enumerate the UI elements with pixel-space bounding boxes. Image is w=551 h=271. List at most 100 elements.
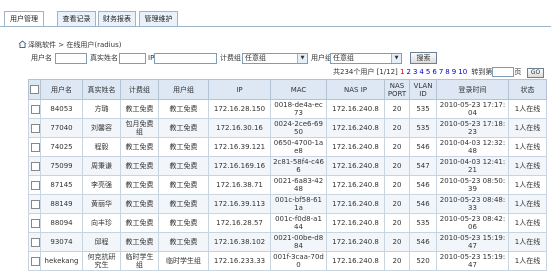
tab-maintenance[interactable]: 管理维护 [139, 11, 178, 26]
column-header: 登录时间 [436, 79, 509, 100]
ip-cell: 172.16.233.33 [208, 251, 271, 271]
row-select-cell[interactable] [28, 251, 41, 271]
ip-cell: 172.16.28.57 [208, 213, 271, 233]
row-checkbox[interactable] [31, 256, 40, 266]
row-checkbox[interactable] [31, 237, 40, 247]
row-select-cell[interactable] [28, 118, 41, 138]
username-input[interactable] [55, 53, 87, 64]
vlan-id-cell: 535 [409, 213, 437, 233]
row-checkbox[interactable] [31, 180, 40, 190]
row-checkbox[interactable] [31, 218, 40, 228]
page-link[interactable]: 6 [432, 68, 436, 76]
nas-port-cell: 20 [384, 232, 410, 252]
breadcrumb-root[interactable]: 泽眺软件 [28, 41, 56, 49]
go-button[interactable]: GO [527, 68, 544, 78]
mac-cell: 0024-2ce6-6950 [270, 118, 327, 138]
tab-user-management[interactable]: 用户管理 [4, 11, 44, 26]
column-header: 用户组 [158, 79, 209, 100]
ip-cell: 172.16.38.102 [208, 232, 271, 252]
user-group-select[interactable]: 任意组 ▼ [330, 53, 402, 64]
billing-group-cell: 教工免费 [120, 175, 159, 195]
row-select-cell[interactable] [28, 156, 41, 176]
nas-ip-cell: 172.16.240.8 [326, 99, 385, 119]
row-select-cell[interactable] [28, 213, 41, 233]
ip-cell: 172.16.38.71 [208, 175, 271, 195]
mac-cell: 001c-f0d8-a144 [270, 213, 327, 233]
billing-group-label: 计费组 [220, 54, 241, 62]
table-row[interactable]: 75099 周秉谦 教工免费 教工免费 172.16.169.16 2c81-58f4-c… [28, 156, 547, 176]
billing-group-cell: 教工免费 [120, 156, 159, 176]
user-group-cell: 教工免费 [158, 175, 209, 195]
status-cell: 1人在线 [508, 137, 547, 157]
table-body: 84053 方璐 教工免费 教工免费 172.16.28.150 0018-de4a-ec… [28, 99, 547, 271]
pagination-summary: 共234个用户 [1/12] [333, 68, 398, 76]
login-time-cell: 2010-04-03 12:32:48 [436, 137, 509, 157]
realname-cell: 刘馨容 [82, 118, 121, 138]
table-row[interactable]: 87145 李亮强 教工免费 教工免费 172.16.38.71 0021-6a83-42… [28, 175, 547, 195]
username-cell: 93074 [40, 232, 83, 252]
billing-group-cell: 教工免费 [120, 99, 159, 119]
billing-group-select[interactable]: 任意组 ▼ [242, 53, 308, 64]
page-link[interactable]: 3 [413, 68, 417, 76]
row-checkbox[interactable] [31, 199, 40, 209]
billing-group-cell: 教工免费 [120, 137, 159, 157]
row-select-cell[interactable] [28, 99, 41, 119]
realname-cell: 黄丽华 [82, 194, 121, 214]
page-link[interactable]: 4 [419, 68, 423, 76]
table-row[interactable]: 74025 程毅 教工免费 教工免费 172.16.39.121 0650-4700-1a… [28, 137, 547, 157]
page-link[interactable]: 7 [439, 68, 443, 76]
nas-port-cell: 20 [384, 251, 410, 271]
row-select-cell[interactable] [28, 137, 41, 157]
column-header: NAS PORT [384, 79, 410, 100]
vlan-id-cell: 546 [409, 194, 437, 214]
ip-input[interactable] [154, 53, 217, 64]
nas-ip-cell: 172.16.240.8 [326, 118, 385, 138]
nas-ip-cell: 172.16.240.8 [326, 194, 385, 214]
column-header: VLAN ID [409, 79, 437, 100]
row-checkbox[interactable] [31, 104, 40, 114]
nas-ip-cell: 172.16.240.8 [326, 213, 385, 233]
table-row[interactable]: 88094 向丰珍 教工免费 教工免费 172.16.28.57 001c-f0d8-a1… [28, 213, 547, 233]
nas-ip-cell: 172.16.240.8 [326, 137, 385, 157]
login-time-cell: 2010-05-23 08:48:33 [436, 194, 509, 214]
pagination: 共234个用户 [1/12] 1 2 3 4 5 6 7 8 9 10 转到第 页 [333, 67, 521, 78]
ip-cell: 172.16.39.121 [208, 137, 271, 157]
table-row[interactable]: 77040 刘馨容 包月免费组 教工免费 172.16.30.16 0024-2ce6-6… [28, 118, 547, 138]
nas-port-cell: 20 [384, 175, 410, 195]
username-cell: 87145 [40, 175, 83, 195]
table-row[interactable]: 88149 黄丽华 教工免费 教工免费 172.16.39.113 001c-bf58-6… [28, 194, 547, 214]
search-button[interactable]: 搜索 [410, 52, 437, 64]
page-link[interactable]: 9 [452, 68, 456, 76]
realname-input[interactable] [119, 53, 146, 64]
page-link[interactable]: 8 [445, 68, 449, 76]
tab-finance-reports[interactable]: 财务报表 [98, 11, 136, 26]
row-select-cell[interactable] [28, 232, 41, 252]
table-row[interactable]: hekekang 何克抗研究生 临时学生组 临时学生组 172.16.233.33 001… [28, 251, 547, 271]
nas-port-cell: 20 [384, 137, 410, 157]
login-time-cell: 2010-05-23 17:17:04 [436, 99, 509, 119]
tab-view-records[interactable]: 查看记录 [57, 11, 96, 26]
page-link[interactable]: 2 [406, 68, 410, 76]
table-row[interactable]: 84053 方璐 教工免费 教工免费 172.16.28.150 0018-de4a-ec… [28, 99, 547, 119]
username-cell: 88094 [40, 213, 83, 233]
select-all-cell[interactable] [28, 79, 41, 100]
row-select-cell[interactable] [28, 194, 41, 214]
page-link[interactable]: 10 [458, 68, 467, 76]
username-cell: 75099 [40, 156, 83, 176]
row-select-cell[interactable] [28, 175, 41, 195]
row-checkbox[interactable] [31, 123, 40, 133]
page-link[interactable]: 5 [426, 68, 430, 76]
page-link[interactable]: 1 [400, 68, 404, 76]
row-checkbox[interactable] [31, 161, 40, 171]
column-header: 计费组 [120, 79, 159, 100]
top-tab-bar: 用户管理 查看记录 财务报表 管理维护 [0, 0, 551, 27]
page-number-input[interactable] [492, 67, 515, 77]
breadcrumb: 泽眺软件 > 在线用户(radius) [18, 40, 121, 50]
table-row[interactable]: 93074 邱程 教工免费 教工免费 172.16.38.102 0021-00be-d8… [28, 232, 547, 252]
nas-port-cell: 20 [384, 99, 410, 119]
mac-cell: 0018-de4a-ec73 [270, 99, 327, 119]
row-checkbox[interactable] [31, 142, 40, 152]
select-all-checkbox[interactable] [30, 85, 39, 94]
status-cell: 1人在线 [508, 99, 547, 119]
user-group-cell: 教工免费 [158, 213, 209, 233]
